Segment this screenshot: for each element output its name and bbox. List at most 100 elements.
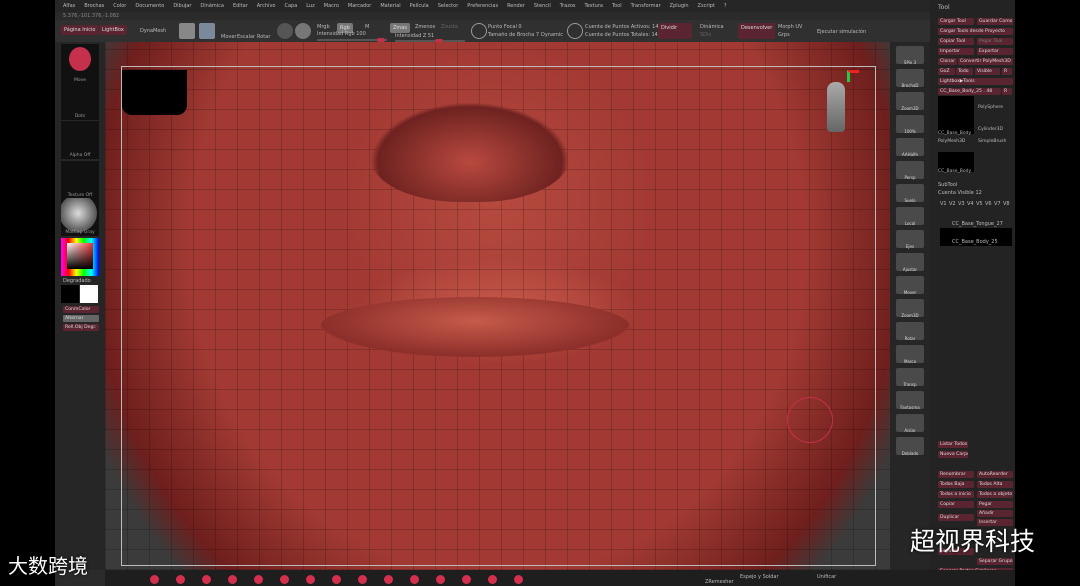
right-shelf-button[interactable]: Fantasma	[896, 391, 924, 410]
gradient-label[interactable]: Degradado	[63, 278, 91, 284]
subtool-action-button[interactable]: Separar Grupos	[977, 558, 1013, 565]
version-button[interactable]: V5	[976, 201, 983, 207]
menu-item[interactable]: Alfas	[63, 3, 75, 9]
dynamesh-button[interactable]: DynaMesh	[140, 28, 166, 34]
merge-button[interactable]: Unificar	[817, 574, 836, 580]
tool-button[interactable]: Lightbox▶Tools	[938, 78, 1013, 85]
right-shelf-button[interactable]: Aislar	[896, 414, 924, 433]
tool-button[interactable]: Pegar Tool	[977, 38, 1013, 45]
menu-item[interactable]: Transformar	[631, 3, 661, 9]
brush-preset-icon[interactable]	[384, 575, 393, 584]
brush-preset-icon[interactable]	[358, 575, 367, 584]
tool-thumbnail[interactable]: CC_Base_Body	[938, 96, 974, 136]
secondary-color-swatch[interactable]	[61, 285, 79, 303]
visible-count-slider[interactable]: Cuenta Visible 12	[938, 190, 982, 196]
menu-item[interactable]: Selector	[438, 3, 459, 9]
stroke-selector[interactable]: Dots	[61, 84, 99, 120]
brush-preset-icon[interactable]	[514, 575, 523, 584]
material-icon[interactable]	[277, 23, 293, 39]
material-selector[interactable]: MatCap Gray	[61, 198, 99, 236]
menu-item[interactable]: Render	[507, 3, 525, 9]
menu-item[interactable]: Marcador	[348, 3, 371, 9]
menu-item[interactable]: Editar	[233, 3, 248, 9]
subtool-action-button[interactable]: Todos a inicio	[938, 491, 974, 498]
right-shelf-button[interactable]: Ejes	[896, 230, 924, 249]
right-shelf-button[interactable]: Ajustar	[896, 253, 924, 272]
tool-button[interactable]: R	[1002, 88, 1012, 95]
zcut-button[interactable]: Zsusta	[441, 24, 458, 30]
tool-button[interactable]: R	[1002, 68, 1012, 75]
tool-button[interactable]: Cargar Tools desde Proyecto	[938, 28, 1013, 35]
edit-icon[interactable]	[179, 23, 195, 39]
right-shelf-button[interactable]: Transp	[896, 368, 924, 387]
mirror-weld-button[interactable]: Espejo y Soldar	[740, 574, 779, 580]
menu-item[interactable]: Color	[113, 3, 126, 9]
alpha-selector[interactable]: Alpha Off	[61, 121, 99, 159]
subtool-action-button[interactable]: Duplicar	[938, 514, 974, 521]
menu-item[interactable]: Dibujar	[173, 3, 191, 9]
menu-item[interactable]: Zscript	[698, 3, 715, 9]
texture-selector[interactable]: Texture Off	[61, 161, 99, 199]
run-simulation-button[interactable]: Ejecutar simulación	[817, 29, 866, 35]
subtool-action-button[interactable]: Añadir	[977, 510, 1013, 517]
tool-button[interactable]: Guardar Como	[977, 18, 1013, 25]
menu-item[interactable]: Zplugin	[670, 3, 689, 9]
right-shelf-button[interactable]: Rotar	[896, 322, 924, 341]
tool-thumbnail[interactable]: PolyMesh3D	[938, 130, 974, 144]
tool-button[interactable]: Todo	[956, 68, 973, 75]
alternate-button[interactable]: Alternar	[63, 315, 99, 322]
right-shelf-button[interactable]: Marco	[896, 345, 924, 364]
version-button[interactable]: V7	[994, 201, 1001, 207]
right-shelf-button[interactable]: Zoom3D	[896, 92, 924, 111]
scale-button[interactable]: Escalar	[237, 34, 255, 40]
tool-thumbnail[interactable]: SimpleBrush	[978, 130, 1014, 144]
version-button[interactable]: V2	[949, 201, 956, 207]
subtool-action-button[interactable]: Todos a objeto	[977, 491, 1013, 498]
zsub-button[interactable]: Zmenos	[415, 24, 435, 30]
pagina-inicio-button[interactable]: Página Inicio	[61, 25, 99, 35]
brush-preset-icon[interactable]	[228, 575, 237, 584]
tool-button[interactable]: Exportar	[977, 48, 1013, 55]
brush-selector[interactable]: Move	[61, 44, 99, 84]
morph-uv-button[interactable]: Morph UV	[778, 24, 802, 30]
right-shelf-button[interactable]: AAHalfe	[896, 138, 924, 157]
menu-item[interactable]: Trazos	[560, 3, 576, 9]
main-color-swatch[interactable]	[80, 285, 98, 303]
subtool-item[interactable]: CC_Base_Tongue_27	[952, 221, 1003, 227]
brush-preset-icon[interactable]	[202, 575, 211, 584]
subtool-item-selected[interactable]: CC_Base_Body_25	[940, 228, 1012, 246]
tool-thumbnail[interactable]: Cylinder3D	[978, 118, 1014, 132]
subtool-action-button[interactable]: Copiar	[938, 501, 974, 508]
orientation-head-icon[interactable]	[827, 82, 845, 132]
right-shelf-button[interactable]: SPix 3	[896, 46, 924, 65]
menu-item[interactable]: Película	[410, 3, 429, 9]
menu-item[interactable]: ?	[724, 3, 727, 9]
right-shelf-button[interactable]: 100%	[896, 115, 924, 134]
mrgb-button[interactable]: Mrgb	[317, 24, 330, 30]
menu-item[interactable]: Material	[380, 3, 400, 9]
tool-button[interactable]: Importar	[938, 48, 974, 55]
tool-button[interactable]: CC_Base_Body_25 . 48	[938, 88, 1001, 95]
tool-button[interactable]: Cargar Tool	[938, 18, 974, 25]
menu-item[interactable]: Tool	[612, 3, 622, 9]
menu-item[interactable]: Archivo	[257, 3, 276, 9]
tool-button[interactable]: GoZ	[938, 68, 955, 75]
brush-preset-icon[interactable]	[332, 575, 341, 584]
zremesher-button[interactable]: ZRemesher	[705, 579, 734, 585]
divide-button[interactable]: Dividir	[658, 23, 692, 39]
subtool-action-button[interactable]: Renombrar	[938, 471, 974, 478]
switch-color-button[interactable]: ConmColor	[63, 306, 99, 313]
canvas-viewport[interactable]	[105, 42, 890, 570]
tool-button[interactable]: Copiar Tool	[938, 38, 974, 45]
brush-preset-icon[interactable]	[150, 575, 159, 584]
menu-item[interactable]: Stencil	[534, 3, 551, 9]
subtool-action-button[interactable]: Nueva Carpeta	[938, 451, 968, 458]
menu-item[interactable]: Brochas	[84, 3, 104, 9]
version-button[interactable]: V6	[985, 201, 992, 207]
right-shelf-button[interactable]: Zoom3D	[896, 299, 924, 318]
menu-item[interactable]: Preferencias	[467, 3, 498, 9]
menu-item[interactable]: Dinámica	[200, 3, 224, 9]
tool-thumbnail[interactable]: CC_Base_Body	[938, 152, 974, 174]
tool-thumbnail[interactable]: PolySphere	[978, 96, 1014, 110]
brush-preset-icon[interactable]	[488, 575, 497, 584]
